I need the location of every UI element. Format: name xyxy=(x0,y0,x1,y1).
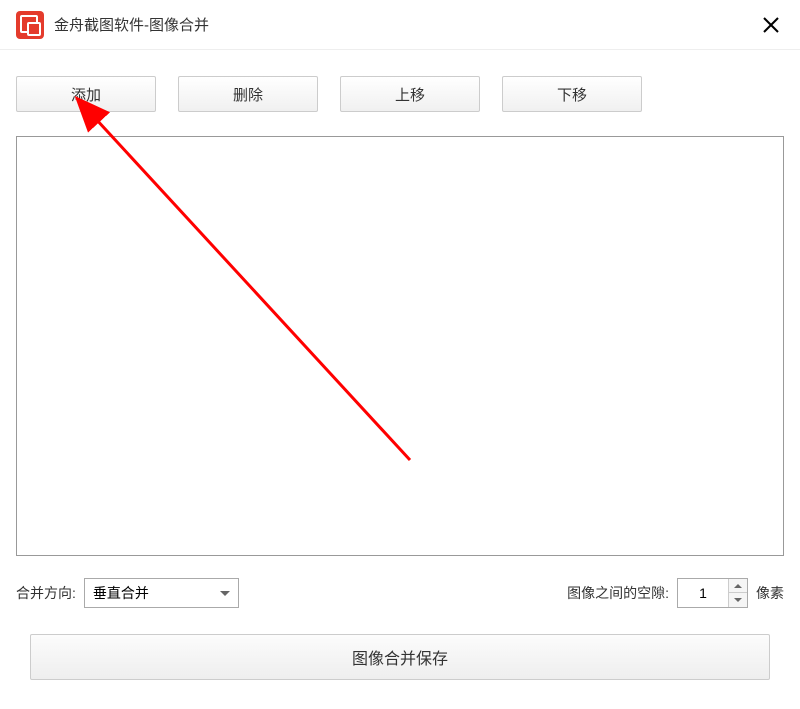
merge-save-button[interactable]: 图像合并保存 xyxy=(30,634,770,680)
app-title: 金舟截图软件-图像合并 xyxy=(54,14,209,35)
direction-dropdown[interactable]: 垂直合并 xyxy=(84,578,239,608)
chevron-up-icon xyxy=(734,584,742,588)
close-button[interactable] xyxy=(758,12,784,38)
app-icon xyxy=(16,11,44,39)
direction-label: 合并方向: xyxy=(16,583,76,603)
gap-stepper xyxy=(677,578,748,608)
move-up-button[interactable]: 上移 xyxy=(340,76,480,112)
add-button[interactable]: 添加 xyxy=(16,76,156,112)
save-button-wrap: 图像合并保存 xyxy=(30,634,770,680)
image-list-area[interactable] xyxy=(16,136,784,556)
direction-value: 垂直合并 xyxy=(93,583,149,603)
gap-step-down[interactable] xyxy=(729,593,747,607)
chevron-down-icon xyxy=(220,591,230,596)
bottom-controls: 合并方向: 垂直合并 图像之间的空隙: 像素 xyxy=(16,578,784,608)
chevron-down-icon xyxy=(734,598,742,602)
move-down-button[interactable]: 下移 xyxy=(502,76,642,112)
gap-unit-label: 像素 xyxy=(756,583,784,603)
gap-step-up[interactable] xyxy=(729,579,747,593)
gap-label: 图像之间的空隙: xyxy=(567,583,669,603)
close-icon xyxy=(762,16,780,34)
delete-button[interactable]: 删除 xyxy=(178,76,318,112)
titlebar: 金舟截图软件-图像合并 xyxy=(0,0,800,50)
toolbar: 添加 删除 上移 下移 xyxy=(0,50,800,124)
gap-input[interactable] xyxy=(678,579,728,607)
gap-stepper-buttons xyxy=(728,579,747,607)
